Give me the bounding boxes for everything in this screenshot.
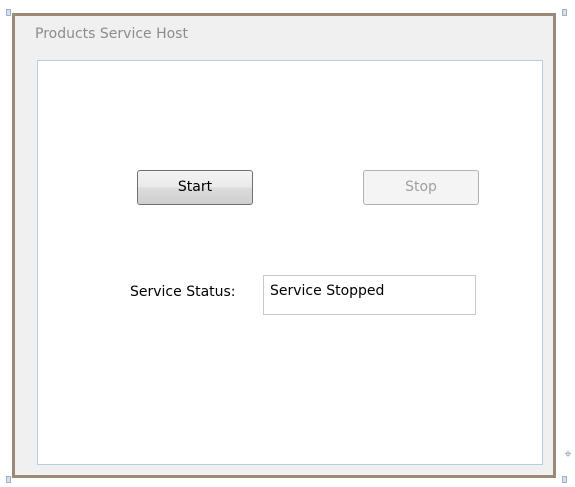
selection-handle-bottom-right[interactable]: [562, 476, 567, 483]
selection-handle-top-right[interactable]: [562, 9, 567, 16]
service-status-label: Service Status:: [130, 284, 236, 300]
selection-handle-bottom-left[interactable]: [6, 476, 11, 483]
content-panel: Start Stop Service Status: Service Stopp…: [37, 60, 543, 465]
stop-button[interactable]: Stop: [363, 170, 479, 205]
window-frame[interactable]: Products Service Host Start Stop Service…: [12, 13, 556, 478]
start-button[interactable]: Start: [137, 170, 253, 205]
service-status-field[interactable]: Service Stopped: [263, 275, 476, 315]
move-grip-icon[interactable]: ⌖: [561, 447, 575, 463]
designer-surface: Products Service Host Start Stop Service…: [0, 0, 575, 487]
selection-handle-top-left[interactable]: [6, 9, 11, 16]
window-title: Products Service Host: [35, 26, 188, 42]
